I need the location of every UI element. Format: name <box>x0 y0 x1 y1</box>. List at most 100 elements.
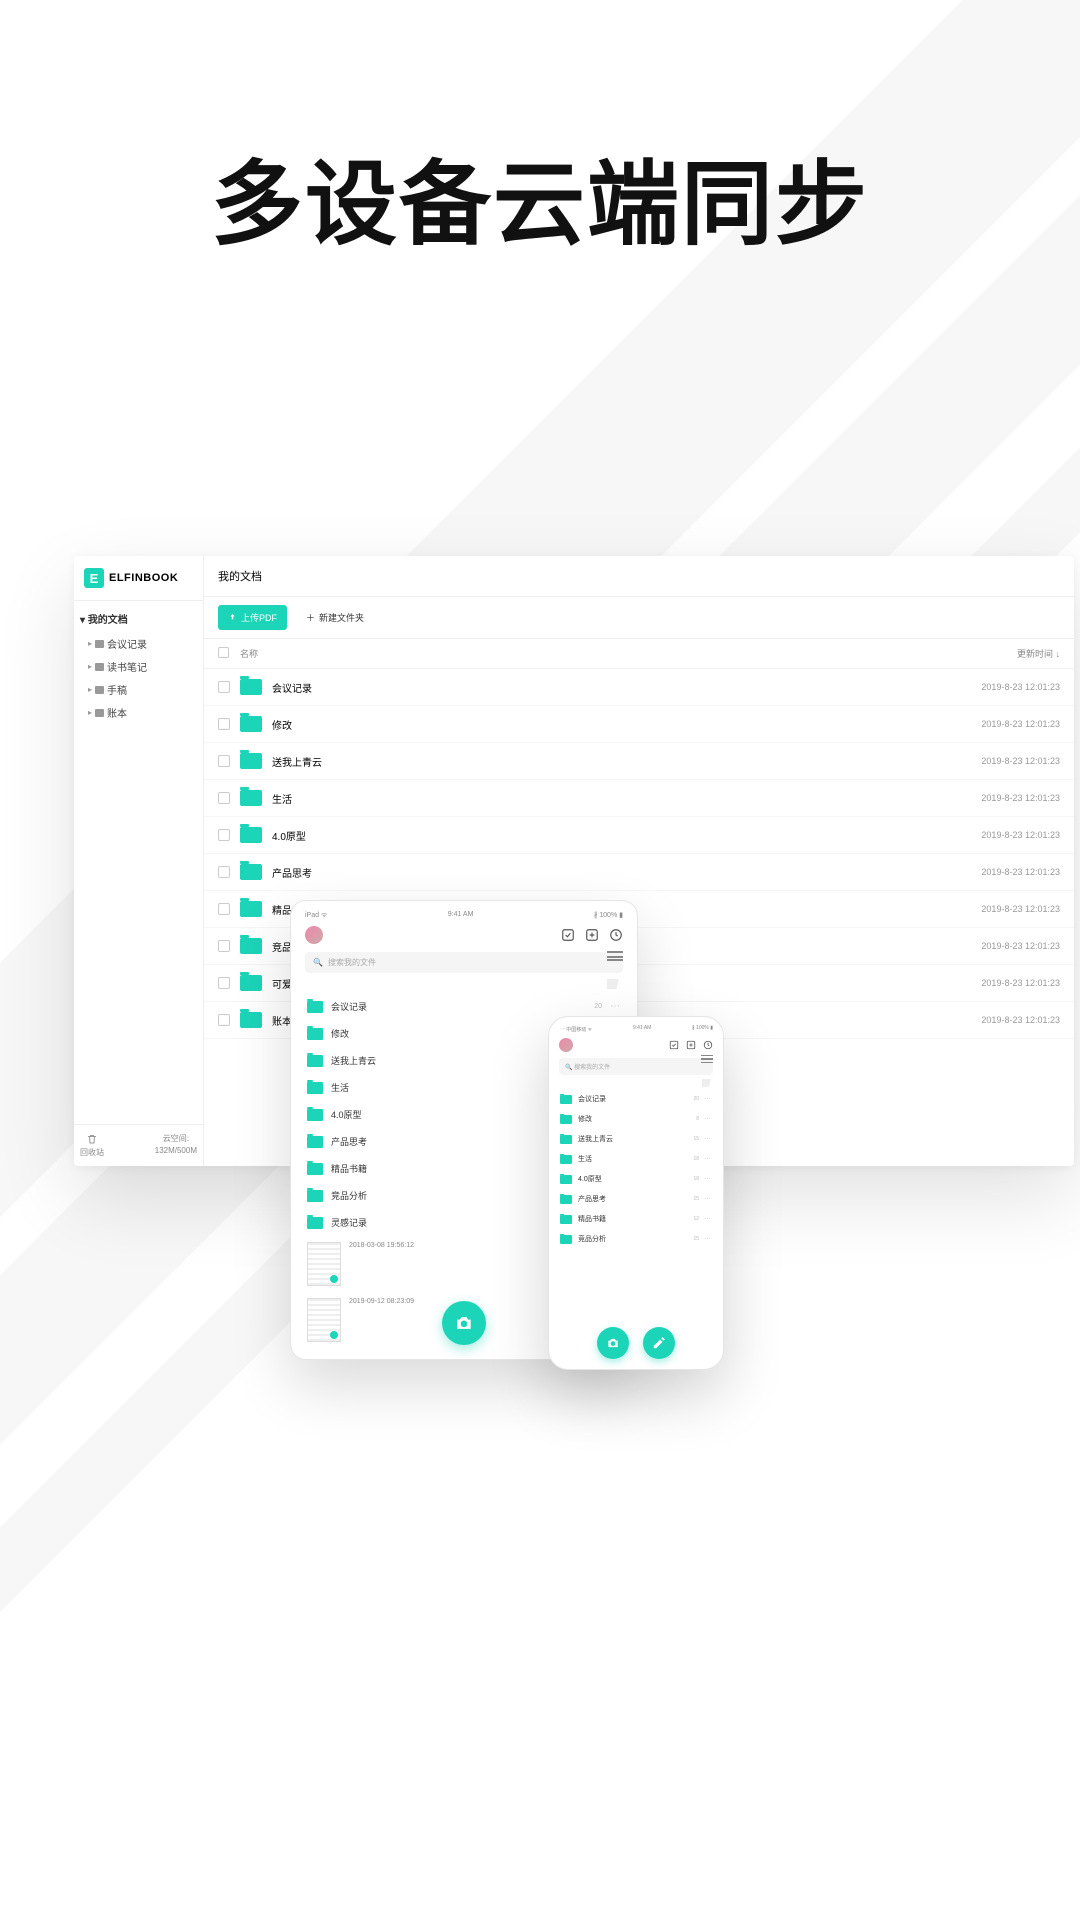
folder-icon <box>560 1135 572 1144</box>
camera-icon <box>454 1313 474 1333</box>
folder-name: 生活 <box>272 791 940 806</box>
list-item[interactable]: 竞品分析 15 ⋯ <box>559 1229 713 1249</box>
table-row[interactable]: 送我上青云 2019-8-23 12:01:23 <box>204 743 1074 780</box>
tree-leaf[interactable]: 账本 <box>80 701 197 724</box>
row-checkbox[interactable] <box>218 755 230 767</box>
item-count: 18 <box>693 1176 699 1182</box>
add-icon[interactable] <box>585 928 599 942</box>
more-icon[interactable]: ⋯ <box>704 1155 712 1163</box>
row-checkbox[interactable] <box>218 940 230 952</box>
brand-name: ELFINBOOK <box>109 572 178 584</box>
row-checkbox[interactable] <box>218 903 230 915</box>
doc-date: 2018-03-08 19:56:12 <box>349 1242 414 1249</box>
brand-logo[interactable]: E ELFINBOOK <box>74 556 203 601</box>
more-icon[interactable]: ⋯ <box>704 1195 712 1203</box>
list-item[interactable]: 会议记录 20 ⋯ <box>559 1089 713 1109</box>
more-icon[interactable]: ⋯ <box>704 1095 712 1103</box>
status-bar: ᠁ 中国移动 ᯤ9:41 AM∦ 100% ▮ <box>559 1025 713 1033</box>
item-count: 18 <box>693 1156 699 1162</box>
list-item[interactable]: 送我上青云 15 ⋯ <box>559 1129 713 1149</box>
trash-icon <box>86 1133 98 1145</box>
pencil-icon <box>652 1336 666 1350</box>
list-item[interactable]: 精品书籍 12 ⋯ <box>559 1209 713 1229</box>
search-input[interactable]: 搜索我的文件 <box>305 952 623 973</box>
more-icon[interactable]: ⋯ <box>704 1235 712 1243</box>
folder-icon <box>240 679 262 695</box>
folder-name: 生活 <box>578 1154 693 1164</box>
check-icon[interactable] <box>669 1040 679 1050</box>
tree-leaf[interactable]: 会议记录 <box>80 632 197 655</box>
more-icon[interactable]: ⋯ <box>704 1215 712 1223</box>
clock-icon[interactable] <box>609 928 623 942</box>
brand-mark-icon: E <box>84 568 104 588</box>
hero-title: 多设备云端同步 <box>0 130 1080 263</box>
tree-leaf[interactable]: 读书笔记 <box>80 655 197 678</box>
folder-icon <box>560 1215 572 1224</box>
more-icon[interactable]: ⋯ <box>704 1175 712 1183</box>
tree-leaf[interactable]: 手稿 <box>80 678 197 701</box>
item-count: 15 <box>693 1196 699 1202</box>
row-checkbox[interactable] <box>218 792 230 804</box>
folder-time: 2019-8-23 12:01:23 <box>940 682 1060 692</box>
search-input[interactable]: 🔍 搜索我的文件 <box>559 1058 713 1075</box>
check-icon[interactable] <box>561 928 575 942</box>
table-row[interactable]: 修改 2019-8-23 12:01:23 <box>204 706 1074 743</box>
col-name[interactable]: 名称 <box>240 647 940 660</box>
list-item[interactable]: 修改 8 ⋯ <box>559 1109 713 1129</box>
folder-icon <box>307 1109 323 1121</box>
folder-time: 2019-8-23 12:01:23 <box>940 978 1060 988</box>
avatar[interactable] <box>305 926 323 944</box>
folder-icon <box>307 1190 323 1202</box>
row-checkbox[interactable] <box>218 718 230 730</box>
camera-fab[interactable] <box>597 1327 629 1359</box>
trash-button[interactable]: 回收站 <box>80 1133 104 1158</box>
menu-icon[interactable] <box>701 1055 713 1063</box>
camera-fab[interactable] <box>442 1301 486 1345</box>
row-checkbox[interactable] <box>218 866 230 878</box>
new-folder-button[interactable]: ＋ 新建文件夹 <box>295 605 375 630</box>
tag-filter[interactable] <box>559 1078 713 1088</box>
camera-icon <box>606 1336 620 1350</box>
clock-icon[interactable] <box>703 1040 713 1050</box>
list-item[interactable]: 生活 18 ⋯ <box>559 1149 713 1169</box>
add-icon[interactable] <box>686 1040 696 1050</box>
doc-date: 2019-09-12 08:23:09 <box>349 1298 414 1305</box>
row-checkbox[interactable] <box>218 977 230 989</box>
folder-tree: ▾ 我的文档 会议记录 读书笔记 手稿 账本 <box>74 601 203 1124</box>
folder-icon <box>240 827 262 843</box>
select-all-checkbox[interactable] <box>218 647 240 660</box>
avatar[interactable] <box>559 1038 573 1052</box>
more-icon[interactable]: ⋯ <box>610 1001 621 1012</box>
tag-filter[interactable] <box>305 977 623 991</box>
table-row[interactable]: 会议记录 2019-8-23 12:01:23 <box>204 669 1074 706</box>
page-title: 我的文档 <box>204 556 1074 597</box>
folder-name: 会议记录 <box>331 1000 594 1013</box>
folder-name: 4.0原型 <box>272 828 940 843</box>
row-checkbox[interactable] <box>218 829 230 841</box>
folder-name: 修改 <box>272 717 940 732</box>
row-checkbox[interactable] <box>218 681 230 693</box>
list-item[interactable]: 4.0原型 18 ⋯ <box>559 1169 713 1189</box>
more-icon[interactable]: ⋯ <box>704 1135 712 1143</box>
sidebar: E ELFINBOOK ▾ 我的文档 会议记录 读书笔记 手稿 账本 回收站 云… <box>74 556 204 1166</box>
menu-icon[interactable] <box>607 951 623 961</box>
table-row[interactable]: 4.0原型 2019-8-23 12:01:23 <box>204 817 1074 854</box>
folder-name: 修改 <box>578 1114 696 1124</box>
folder-name: 产品思考 <box>272 865 940 880</box>
phone-app: ᠁ 中国移动 ᯤ9:41 AM∦ 100% ▮ 🔍 搜索我的文件 会议记录 20… <box>548 1016 724 1370</box>
folder-name: 竞品分析 <box>578 1234 693 1244</box>
folder-icon <box>560 1115 572 1124</box>
list-item[interactable]: 产品思考 15 ⋯ <box>559 1189 713 1209</box>
folder-icon <box>240 753 262 769</box>
table-row[interactable]: 产品思考 2019-8-23 12:01:23 <box>204 854 1074 891</box>
table-row[interactable]: 生活 2019-8-23 12:01:23 <box>204 780 1074 817</box>
status-bar: iPad ᯤ9:41 AM∦ 100% ▮ <box>305 911 623 920</box>
phone-header <box>559 1038 713 1052</box>
more-icon[interactable]: ⋯ <box>704 1115 712 1123</box>
row-checkbox[interactable] <box>218 1014 230 1026</box>
upload-pdf-button[interactable]: 上传PDF <box>218 605 287 630</box>
col-time[interactable]: 更新时间 ↓ <box>940 647 1060 660</box>
tree-root[interactable]: ▾ 我的文档 <box>80 611 197 626</box>
folder-icon <box>560 1155 572 1164</box>
edit-fab[interactable] <box>643 1327 675 1359</box>
